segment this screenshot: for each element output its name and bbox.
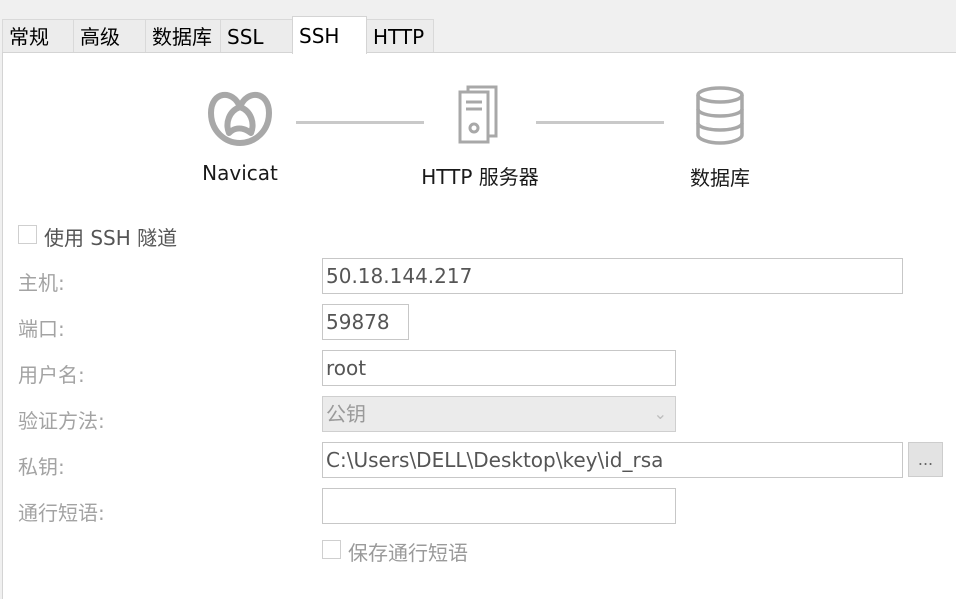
- auth-method-label: 验证方法:: [18, 409, 105, 433]
- port-input[interactable]: 59878: [322, 304, 409, 340]
- save-passphrase-checkbox[interactable]: [322, 540, 341, 559]
- tab-database[interactable]: 数据库: [145, 19, 221, 53]
- chevron-down-icon: ⌄: [653, 404, 667, 423]
- host-input[interactable]: 50.18.144.217: [322, 258, 903, 294]
- tab-ssh[interactable]: SSH: [292, 16, 367, 54]
- database-icon: [696, 86, 744, 145]
- tab-advanced[interactable]: 高级: [73, 19, 146, 53]
- diagram-label-navicat: Navicat: [202, 161, 278, 185]
- username-input[interactable]: root: [322, 350, 676, 386]
- auth-method-select[interactable]: 公钥 ⌄: [322, 396, 676, 432]
- diagram-label-database: 数据库: [690, 166, 750, 190]
- tab-general[interactable]: 常规: [2, 19, 74, 53]
- navicat-logo-icon: [208, 92, 272, 146]
- use-ssh-tunnel-checkbox[interactable]: [18, 225, 37, 244]
- server-icon: [458, 85, 498, 144]
- connector-line: [536, 121, 664, 124]
- passphrase-label: 通行短语:: [18, 501, 105, 525]
- username-label: 用户名:: [18, 363, 85, 387]
- port-label: 端口:: [18, 317, 65, 341]
- host-label: 主机:: [18, 271, 65, 295]
- tab-ssl[interactable]: SSL: [220, 19, 293, 53]
- tab-http[interactable]: HTTP: [366, 19, 434, 53]
- save-passphrase-label[interactable]: 保存通行短语: [348, 537, 468, 566]
- diagram-label-http-server: HTTP 服务器: [421, 165, 539, 189]
- private-key-label: 私钥:: [18, 455, 65, 479]
- tab-bar: 常规 高级 数据库 SSL SSH HTTP: [0, 0, 956, 54]
- browse-key-button[interactable]: ...: [908, 442, 943, 477]
- use-ssh-tunnel-label[interactable]: 使用 SSH 隧道: [44, 222, 177, 251]
- passphrase-input[interactable]: [322, 488, 676, 524]
- connector-line: [296, 121, 424, 124]
- private-key-input[interactable]: C:\Users\DELL\Desktop\key\id_rsa: [322, 442, 903, 478]
- auth-method-value: 公钥: [326, 402, 366, 426]
